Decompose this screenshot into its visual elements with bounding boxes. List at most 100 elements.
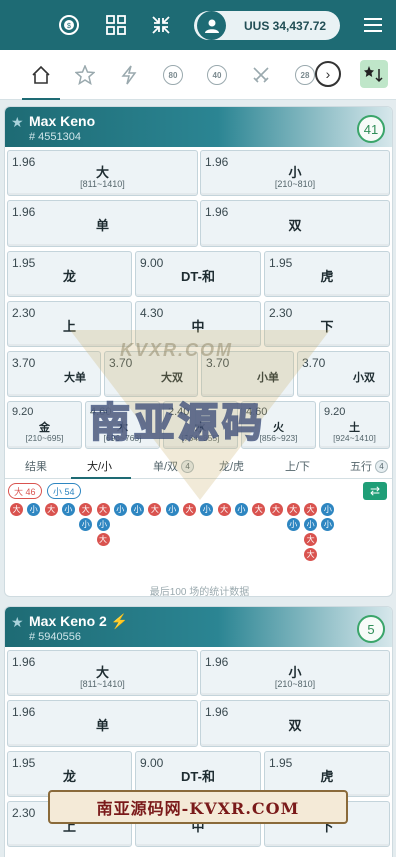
bet-big[interactable]: 1.96 大 [811~1410] bbox=[7, 150, 198, 196]
card-header: ★ Max Keno 2 ⚡ # 5940556 5 bbox=[5, 607, 392, 647]
roadmap-dot-big: 大 bbox=[148, 503, 162, 516]
bet-odd[interactable]: 1.96 单 bbox=[7, 700, 198, 747]
bet-big-even[interactable]: 3.70 大双 bbox=[104, 351, 198, 397]
bet-small[interactable]: 1.96 小 [210~810] bbox=[200, 650, 390, 696]
bet-even[interactable]: 1.96 双 bbox=[200, 200, 390, 247]
bet-fire[interactable]: 4.60 火 [856~923] bbox=[241, 401, 316, 449]
roadmap-dot-big: 大 bbox=[252, 503, 266, 516]
balance-amount: UUS 34,437.72 bbox=[244, 18, 327, 33]
stats-tabs: 结果 大/小 单/双 4 龙/虎 上/下 五行 4 bbox=[5, 453, 392, 479]
bet-small[interactable]: 1.96 小 [210~810] bbox=[200, 150, 390, 196]
game-round-id: # 5940556 bbox=[29, 631, 81, 643]
bolt-icon[interactable] bbox=[116, 62, 142, 88]
bet-water[interactable]: 2.40 水 [764~855] bbox=[163, 401, 238, 449]
roadmap-dot-small: 小 bbox=[96, 518, 110, 531]
odds: 3.70 bbox=[109, 356, 133, 370]
bet-grid: 1.96 大 [811~1410] 1.96 小 [210~810] 1.96 … bbox=[5, 647, 392, 857]
bet-upper[interactable]: 2.30 上 bbox=[7, 301, 132, 347]
game-card-max-keno: ★ Max Keno # 4551304 41 1.96 大 [811~1410… bbox=[4, 106, 393, 597]
bet-big-odd[interactable]: 3.70 大单 bbox=[7, 351, 101, 397]
odds: 9.20 bbox=[12, 406, 34, 418]
bet-wood[interactable]: 4.60 木 [696~763] bbox=[85, 401, 160, 449]
tab-label: 单/双 bbox=[153, 461, 179, 473]
odds: 9.20 bbox=[324, 406, 346, 418]
bet-dt-tie[interactable]: 9.00 DT-和 bbox=[135, 251, 261, 297]
bet-label: DT-和 bbox=[181, 769, 215, 784]
roadmap-dot-big: 大 bbox=[79, 503, 93, 516]
tab-results[interactable]: 结果 bbox=[25, 458, 47, 474]
roadmap-dot-small: 小 bbox=[234, 503, 248, 516]
bet-small-odd[interactable]: 3.70 小单 bbox=[201, 351, 294, 397]
game-title-text: Max Keno 2 bbox=[29, 613, 107, 629]
roadmap-dot-big: 大 bbox=[183, 503, 196, 516]
28-ball-label: 28 bbox=[295, 65, 315, 85]
bet-middle[interactable]: 4.30 中 bbox=[135, 301, 261, 347]
40-ball-icon[interactable]: 40 bbox=[204, 62, 230, 88]
top-bar: $ UUS 34,437.72 bbox=[0, 0, 396, 50]
odds: 2.40 bbox=[168, 406, 190, 418]
game-title: Max Keno 2 ⚡ bbox=[29, 613, 128, 630]
bet-metal[interactable]: 9.20 金 [210~695] bbox=[7, 401, 82, 449]
active-tab-underline bbox=[71, 477, 131, 479]
home-icon[interactable] bbox=[22, 62, 60, 100]
tab-five-elements[interactable]: 五行 4 bbox=[350, 458, 388, 474]
sort-filter-icon[interactable] bbox=[360, 60, 388, 88]
balance-pill[interactable]: UUS 34,437.72 bbox=[194, 11, 340, 40]
roadmap-dot-big: 大 bbox=[217, 503, 231, 516]
roadmap-dot-small: 小 bbox=[321, 518, 335, 531]
bet-even[interactable]: 1.96 双 bbox=[200, 700, 390, 747]
bet-label: 大单 bbox=[64, 372, 86, 384]
tab-big-small[interactable]: 大/小 bbox=[87, 458, 112, 474]
roadmap-dot-big: 大 bbox=[269, 503, 283, 516]
roadmap-dot-big: 大 bbox=[286, 503, 300, 516]
swap-icon[interactable]: ⇄ bbox=[363, 482, 387, 500]
bet-label: 双 bbox=[288, 718, 302, 733]
star-icon[interactable] bbox=[72, 62, 98, 88]
bet-dragon[interactable]: 1.95 龙 bbox=[7, 251, 132, 297]
odds: 4.60 bbox=[90, 406, 112, 418]
bet-odd[interactable]: 1.96 单 bbox=[7, 200, 198, 247]
tab-dragon-tiger[interactable]: 龙/虎 bbox=[219, 458, 244, 474]
bet-label: 下 bbox=[320, 319, 334, 334]
bet-small-even[interactable]: 3.70 小双 bbox=[297, 351, 390, 397]
roadmap-dot-small: 小 bbox=[27, 503, 41, 516]
bet-range: [924~1410] bbox=[333, 433, 376, 443]
80-ball-icon[interactable]: 80 bbox=[160, 62, 186, 88]
watermark-banner: 南亚源码网-KVXR.COM bbox=[48, 790, 348, 824]
bet-label: 单 bbox=[95, 718, 109, 733]
roadmap-dot-small: 小 bbox=[79, 518, 93, 531]
bet-earth[interactable]: 9.20 土 [924~1410] bbox=[319, 401, 390, 449]
tab-odd-even[interactable]: 单/双 4 bbox=[153, 458, 195, 474]
bet-big[interactable]: 1.96 大 [811~1410] bbox=[7, 650, 198, 696]
bet-label: 上 bbox=[62, 319, 76, 334]
coin-icon[interactable]: $ bbox=[57, 13, 81, 37]
odds: 3.70 bbox=[12, 356, 36, 370]
bet-lower[interactable]: 2.30 下 bbox=[264, 301, 390, 347]
bet-grid: 1.96 大 [811~1410] 1.96 小 [210~810] 1.96 … bbox=[5, 147, 392, 453]
bet-label: DT-和 bbox=[181, 269, 215, 284]
roadmap-dot-big: 大 bbox=[304, 533, 318, 546]
odds: 3.70 bbox=[302, 356, 326, 370]
roadmap-dot-small: 小 bbox=[321, 503, 335, 516]
roadmap-dot-big: 大 bbox=[96, 533, 110, 546]
bolt-icon: ⚡ bbox=[110, 613, 129, 629]
favorite-star-icon[interactable]: ★ bbox=[11, 614, 24, 631]
grid-icon[interactable] bbox=[104, 13, 128, 37]
roadmap-dot-small: 小 bbox=[286, 518, 300, 531]
scroll-right-button[interactable]: › bbox=[315, 61, 341, 87]
bet-range: [696~763] bbox=[103, 433, 142, 443]
roadmap-dot-big: 大 bbox=[304, 548, 318, 561]
swords-icon[interactable] bbox=[248, 62, 274, 88]
roadmap-dot-small: 小 bbox=[200, 503, 214, 516]
user-icon bbox=[197, 11, 226, 40]
bet-label: 大双 bbox=[161, 372, 183, 384]
bet-tiger[interactable]: 1.95 虎 bbox=[264, 251, 390, 297]
collapse-icon[interactable] bbox=[149, 13, 173, 37]
roadmap-dot-small: 小 bbox=[113, 503, 127, 516]
tab-upper-lower[interactable]: 上/下 bbox=[285, 458, 310, 474]
favorite-star-icon[interactable]: ★ bbox=[11, 114, 24, 131]
bet-range: [856~923] bbox=[259, 433, 298, 443]
menu-icon[interactable] bbox=[361, 13, 385, 37]
tab-badge: 4 bbox=[375, 460, 388, 473]
bet-range: [811~1410] bbox=[80, 179, 125, 189]
